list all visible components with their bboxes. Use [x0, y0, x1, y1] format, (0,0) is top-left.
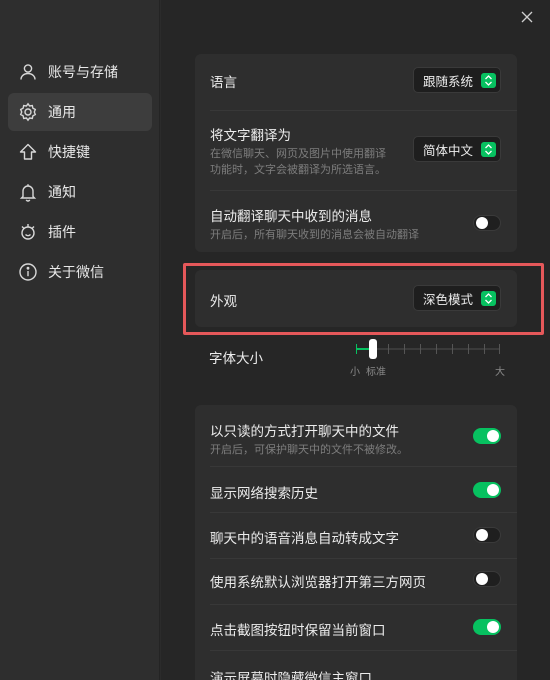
sidebar-item-general[interactable]: 通用	[8, 93, 152, 131]
translate-desc-line2: 功能时，文字会被翻译为所选语言。	[210, 163, 386, 176]
slider-tick	[436, 344, 437, 354]
auto-translate-row: 自动翻译聊天中收到的消息 开启后，所有聊天收到的消息会被自动翻译	[195, 205, 517, 243]
plugin-icon	[18, 222, 38, 242]
readonly-files-row: 以只读的方式打开聊天中的文件 开启后，可保护聊天中的文件不被修改。	[195, 420, 517, 458]
slider-label-large: 大	[495, 367, 505, 378]
auto-translate-desc: 开启后，所有聊天收到的消息会被自动翻译	[210, 228, 419, 241]
slider-tick	[484, 344, 485, 354]
slider-tick	[468, 344, 469, 354]
divider	[210, 604, 517, 605]
slider-label-standard: 标准	[366, 367, 386, 378]
font-size-label: 字体大小	[209, 351, 263, 367]
keep-window-toggle[interactable]	[473, 619, 501, 635]
gear-icon	[18, 102, 38, 122]
system-browser-label: 使用系统默认浏览器打开第三方网页	[210, 575, 426, 591]
slider-tick	[388, 344, 389, 354]
slider-tick	[499, 344, 500, 354]
hide-window-label: 演示屏幕时隐藏微信主窗口	[210, 671, 372, 680]
info-icon	[18, 262, 38, 282]
keep-window-label: 点击截图按钮时保留当前窗口	[210, 623, 386, 639]
updown-chevron-icon	[481, 141, 496, 157]
voice-to-text-label: 聊天中的语音消息自动转成文字	[210, 531, 399, 547]
sidebar-item-label: 关于微信	[48, 265, 104, 281]
auto-translate-label: 自动翻译聊天中收到的消息	[210, 209, 372, 225]
voice-to-text-row: 聊天中的语音消息自动转成文字	[195, 527, 517, 547]
user-icon	[18, 62, 38, 82]
divider	[210, 190, 517, 191]
slider-label-small: 小	[350, 367, 360, 378]
divider	[210, 512, 517, 513]
sidebar-item-label: 快捷键	[48, 145, 90, 161]
sidebar-item-label: 通用	[48, 105, 76, 121]
sidebar: 账号与存储 通用 快捷键 通知 插件 关于微信	[0, 0, 160, 680]
sidebar-item-notifications[interactable]: 通知	[8, 173, 152, 211]
close-button[interactable]	[518, 8, 536, 26]
appearance-highlight-box	[183, 263, 544, 335]
sidebar-item-plugins[interactable]: 插件	[8, 213, 152, 251]
keep-window-row: 点击截图按钮时保留当前窗口	[195, 619, 517, 639]
sidebar-item-account-storage[interactable]: 账号与存储	[8, 53, 152, 91]
slider-track	[356, 348, 500, 350]
language-select[interactable]: 跟随系统	[412, 67, 501, 93]
misc-card: 以只读的方式打开聊天中的文件 开启后，可保护聊天中的文件不被修改。 显示网络搜索…	[195, 405, 517, 680]
hide-window-row: 演示屏幕时隐藏微信主窗口	[195, 667, 517, 680]
divider	[210, 466, 517, 467]
system-browser-toggle[interactable]	[473, 571, 501, 587]
sidebar-item-label: 通知	[48, 185, 76, 201]
divider	[210, 558, 517, 559]
sidebar-item-label: 插件	[48, 225, 76, 241]
slider-thumb[interactable]	[369, 339, 378, 359]
voice-to-text-toggle[interactable]	[473, 527, 501, 543]
search-history-toggle[interactable]	[473, 482, 501, 498]
language-card: 语言 跟随系统 将文字翻译为 在微信聊天、网页及图片中使用翻译 功能时，文字会被…	[195, 54, 517, 252]
sidebar-item-shortcuts[interactable]: 快捷键	[8, 133, 152, 171]
divider	[210, 650, 517, 651]
search-history-label: 显示网络搜索历史	[210, 486, 318, 502]
shortcut-icon	[18, 142, 38, 162]
slider-tick	[452, 344, 453, 354]
translate-select[interactable]: 简体中文	[412, 136, 501, 162]
readonly-files-toggle[interactable]	[473, 428, 501, 444]
system-browser-row: 使用系统默认浏览器打开第三方网页	[195, 571, 517, 591]
close-icon	[521, 11, 533, 23]
slider-tick	[356, 344, 357, 354]
settings-window: 账号与存储 通用 快捷键 通知 插件 关于微信 语言 跟随系统 将文字翻译为 在…	[0, 0, 550, 680]
bell-icon	[18, 182, 38, 202]
search-history-row: 显示网络搜索历史	[195, 482, 517, 502]
translate-value: 简体中文	[422, 142, 473, 158]
language-value: 跟随系统	[422, 73, 473, 89]
sidebar-item-about[interactable]: 关于微信	[8, 253, 152, 291]
slider-tick	[420, 344, 421, 354]
slider-tick	[404, 344, 405, 354]
auto-translate-toggle[interactable]	[473, 215, 501, 231]
updown-chevron-icon	[481, 72, 496, 88]
sidebar-item-label: 账号与存储	[48, 65, 118, 81]
readonly-files-desc: 开启后，可保护聊天中的文件不被修改。	[210, 443, 408, 456]
divider	[210, 110, 517, 111]
readonly-files-label: 以只读的方式打开聊天中的文件	[210, 424, 399, 440]
